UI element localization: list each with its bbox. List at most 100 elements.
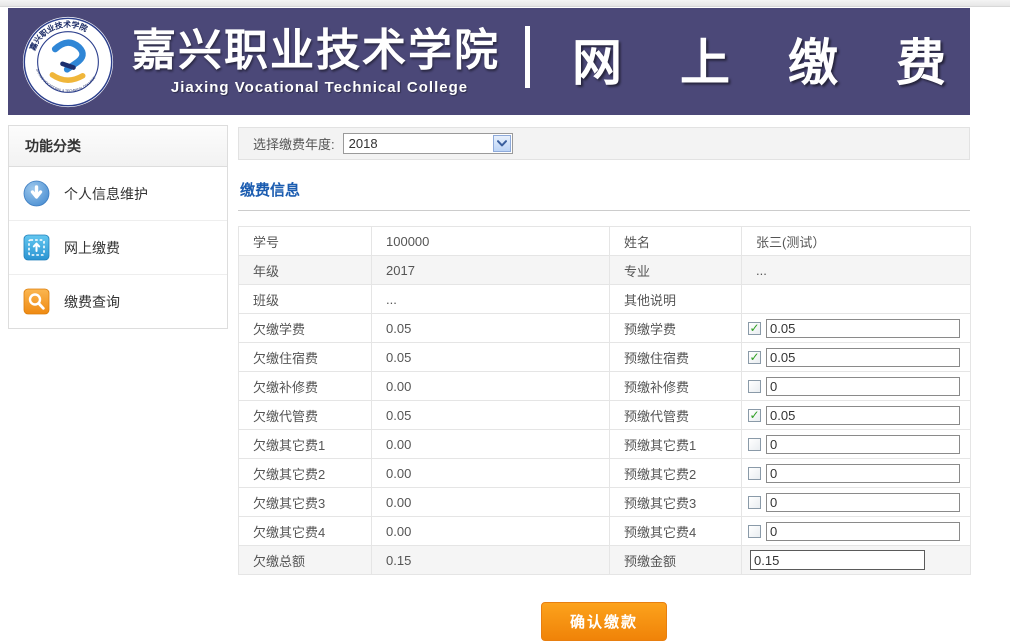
owed-value: 0.05	[372, 401, 610, 430]
prepay-label: 专业	[610, 256, 742, 285]
banner-divider	[525, 26, 530, 88]
prepay-amount-input[interactable]	[766, 377, 960, 396]
page-top-strip	[0, 0, 1010, 7]
sidebar-item-payment-query[interactable]: 缴费查询	[9, 274, 227, 328]
prepay-label: 预缴代管费	[610, 401, 742, 430]
owed-value: 0.00	[372, 430, 610, 459]
owed-value: 100000	[372, 227, 610, 256]
prepay-label: 姓名	[610, 227, 742, 256]
sidebar-item-label: 缴费查询	[64, 292, 120, 312]
payment-year-select[interactable]: 2018	[343, 133, 513, 154]
prepay-amount-input[interactable]	[766, 406, 960, 425]
table-row: 班级...其他说明	[239, 285, 971, 314]
prepay-amount-input[interactable]	[766, 435, 960, 454]
table-row: 欠缴其它费20.00预缴其它费2	[239, 459, 971, 488]
owed-value: 0.05	[372, 343, 610, 372]
owed-label: 欠缴住宿费	[239, 343, 372, 372]
owed-value: 2017	[372, 256, 610, 285]
prepay-label: 预缴其它费2	[610, 459, 742, 488]
owed-label: 欠缴补修费	[239, 372, 372, 401]
payment-info-table: 学号100000姓名张三(测试）年级2017专业...班级...其他说明欠缴学费…	[238, 226, 971, 575]
prepay-amount-input[interactable]	[766, 348, 960, 367]
portal-title: 网上缴费	[572, 23, 1004, 95]
prepay-checkbox[interactable]	[748, 525, 761, 538]
table-row: 学号100000姓名张三(测试）	[239, 227, 971, 256]
owed-value: 0.00	[372, 372, 610, 401]
owed-value: 0.00	[372, 488, 610, 517]
table-row: 年级2017专业...	[239, 256, 971, 285]
owed-label: 欠缴总额	[239, 546, 372, 575]
payment-year-label: 选择缴费年度:	[253, 134, 335, 153]
table-row: 欠缴其它费10.00预缴其它费1	[239, 430, 971, 459]
table-row: 欠缴总额0.15预缴金额	[239, 546, 971, 575]
owed-value: 0.05	[372, 314, 610, 343]
college-logo: 嘉兴职业技术学院 JIAXING VOCATIONAL & TECHNICAL …	[22, 16, 114, 108]
payment-table-body: 学号100000姓名张三(测试）年级2017专业...班级...其他说明欠缴学费…	[239, 227, 971, 575]
prepay-value	[742, 285, 971, 314]
table-row: 欠缴补修费0.00预缴补修费	[239, 372, 971, 401]
owed-value: 0.15	[372, 546, 610, 575]
owed-value: 0.00	[372, 459, 610, 488]
owed-label: 欠缴其它费1	[239, 430, 372, 459]
college-seal-icon: 嘉兴职业技术学院 JIAXING VOCATIONAL & TECHNICAL …	[22, 16, 114, 108]
prepay-checkbox[interactable]	[748, 409, 761, 422]
prepay-checkbox[interactable]	[748, 467, 761, 480]
table-row: 欠缴其它费40.00预缴其它费4	[239, 517, 971, 546]
owed-label: 欠缴学费	[239, 314, 372, 343]
prepay-label: 预缴补修费	[610, 372, 742, 401]
prepay-label: 预缴学费	[610, 314, 742, 343]
button-row: 确认缴款	[238, 602, 970, 641]
select-dropdown-button[interactable]	[493, 135, 511, 152]
prepay-label: 预缴其它费1	[610, 430, 742, 459]
prepay-amount-input[interactable]	[766, 464, 960, 483]
sidebar-item-online-payment[interactable]: 网上缴费	[9, 220, 227, 274]
prepay-amount-input[interactable]	[766, 319, 960, 338]
owed-label: 欠缴其它费2	[239, 459, 372, 488]
prepay-label: 预缴其它费4	[610, 517, 742, 546]
table-row: 欠缴学费0.05预缴学费	[239, 314, 971, 343]
prepay-total-input[interactable]	[750, 550, 925, 570]
owed-label: 班级	[239, 285, 372, 314]
table-row: 欠缴代管费0.05预缴代管费	[239, 401, 971, 430]
sidebar-item-personal-info[interactable]: 个人信息维护	[9, 167, 227, 220]
prepay-checkbox[interactable]	[748, 322, 761, 335]
owed-value: 0.00	[372, 517, 610, 546]
prepay-checkbox[interactable]	[748, 380, 761, 393]
prepay-label: 预缴住宿费	[610, 343, 742, 372]
prepay-label: 其他说明	[610, 285, 742, 314]
prepay-checkbox[interactable]	[748, 351, 761, 364]
owed-value: ...	[372, 285, 610, 314]
personal-info-icon	[23, 180, 50, 207]
payment-year-value: 2018	[344, 136, 493, 151]
sidebar-item-label: 个人信息维护	[64, 184, 148, 204]
sidebar-item-label: 网上缴费	[64, 238, 120, 258]
online-payment-icon	[23, 234, 50, 261]
college-name-en: Jiaxing Vocational Technical College	[132, 79, 507, 96]
prepay-label: 预缴其它费3	[610, 488, 742, 517]
payment-query-icon	[23, 288, 50, 315]
prepay-value: 张三(测试）	[742, 227, 971, 256]
filter-bar: 选择缴费年度: 2018	[238, 127, 970, 160]
prepay-value: ...	[742, 256, 971, 285]
section-title: 缴费信息	[238, 179, 970, 200]
header-banner: 嘉兴职业技术学院 JIAXING VOCATIONAL & TECHNICAL …	[8, 8, 970, 115]
owed-label: 欠缴其它费3	[239, 488, 372, 517]
main-content: 选择缴费年度: 2018 缴费信息 学号100000姓名张三(测试）年级2017…	[238, 127, 970, 641]
owed-label: 学号	[239, 227, 372, 256]
sidebar: 功能分类 个人信息维护 网上缴费	[8, 125, 228, 329]
owed-label: 欠缴其它费4	[239, 517, 372, 546]
section-divider	[238, 210, 970, 211]
sidebar-title: 功能分类	[9, 126, 227, 167]
prepay-label: 预缴金额	[610, 546, 742, 575]
owed-label: 年级	[239, 256, 372, 285]
prepay-checkbox[interactable]	[748, 438, 761, 451]
prepay-checkbox[interactable]	[748, 496, 761, 509]
table-row: 欠缴住宿费0.05预缴住宿费	[239, 343, 971, 372]
prepay-amount-input[interactable]	[766, 493, 960, 512]
table-row: 欠缴其它费30.00预缴其它费3	[239, 488, 971, 517]
chevron-down-icon	[497, 140, 507, 147]
college-name-zh: 嘉兴职业技术学院	[132, 27, 507, 75]
prepay-amount-input[interactable]	[766, 522, 960, 541]
owed-label: 欠缴代管费	[239, 401, 372, 430]
confirm-payment-button[interactable]: 确认缴款	[541, 602, 667, 641]
